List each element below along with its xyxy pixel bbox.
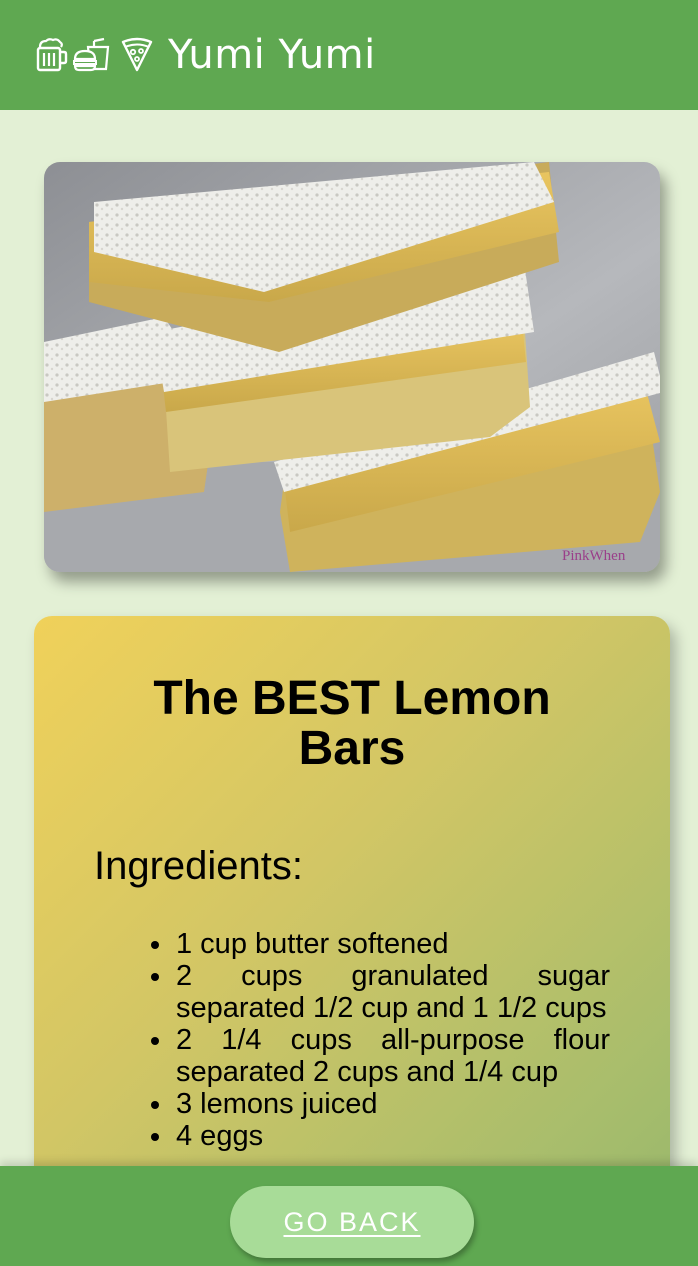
list-item: 4 eggs [174,1120,610,1152]
recipe-photo: PinkWhen [44,162,660,572]
bottom-bar: GO BACK [0,1166,698,1266]
go-back-button[interactable]: GO BACK [230,1186,474,1258]
list-item: 1 cup butter softened [174,928,610,960]
header-icons [34,37,154,73]
app-header: Yumi Yumi [0,0,698,110]
list-item: 3 lemons juiced [174,1088,610,1120]
pizza-slice-icon [120,37,154,73]
photo-watermark: PinkWhen [562,548,626,564]
ingredients-list: 1 cup butter softened 2 cups granulated … [94,928,610,1152]
ingredients-heading: Ingredients: [94,844,304,888]
list-item: 2 cups granulated sugar separated 1/2 cu… [174,960,610,1024]
burger-drink-icon [72,37,110,73]
recipe-title: The BEST Lemon Bars [153,672,551,775]
app-title: Yumi Yumi [168,32,376,78]
list-item: 2 1/4 cups all-purpose flour separated 2… [174,1024,610,1088]
beer-mug-icon [34,37,68,73]
